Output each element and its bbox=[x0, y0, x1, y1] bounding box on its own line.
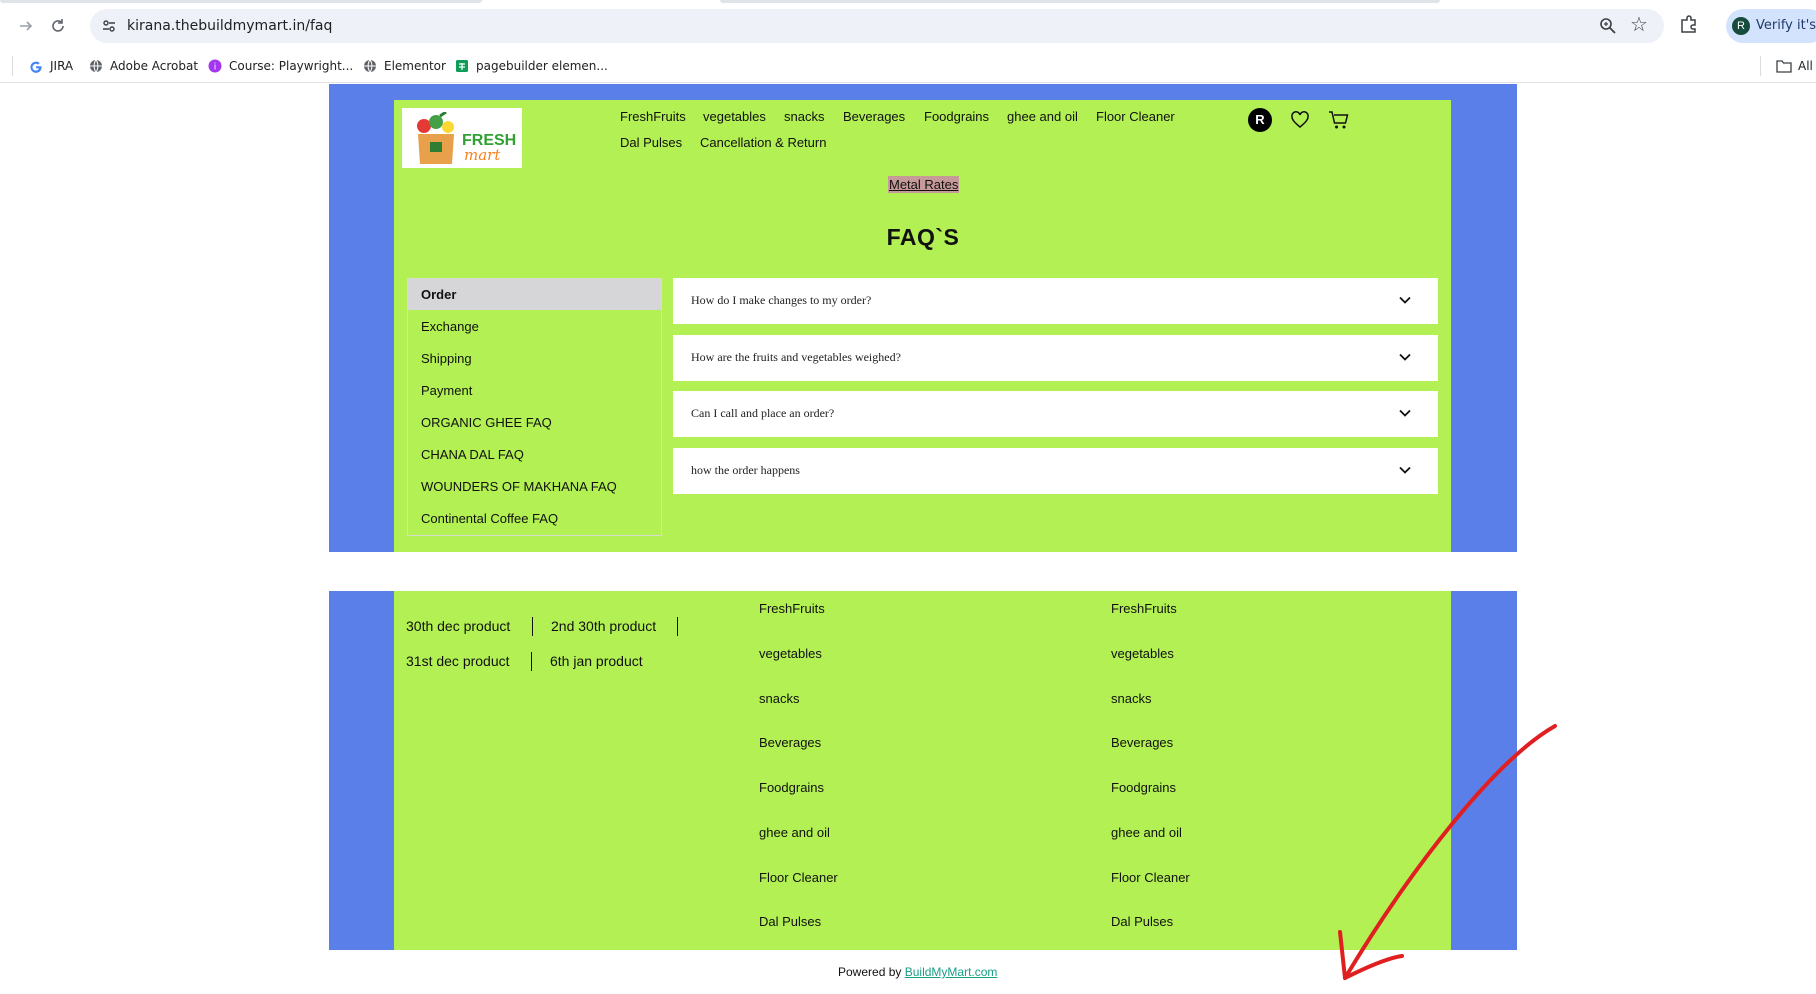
sidebar-item-exchange[interactable]: Exchange bbox=[408, 311, 661, 342]
sidebar-item-makhana-faq[interactable]: WOUNDERS OF MAKHANA FAQ bbox=[408, 471, 661, 502]
url-text[interactable]: kirana.thebuildmymart.in/faq bbox=[127, 18, 332, 34]
nav-freshfruits[interactable]: FreshFruits bbox=[620, 109, 686, 124]
footer-col2-link[interactable]: snacks bbox=[1111, 691, 1151, 706]
toolbar-divider bbox=[0, 82, 1816, 83]
chevron-down-icon[interactable] bbox=[1398, 406, 1412, 420]
address-bar[interactable]: kirana.thebuildmymart.in/faq ☆ bbox=[90, 9, 1664, 43]
faq-category-sidebar: Order Exchange Shipping Payment ORGANIC … bbox=[407, 278, 662, 536]
site-logo[interactable]: FRESH mart bbox=[402, 108, 522, 168]
bookmark-separator bbox=[12, 56, 13, 76]
bookmark-all-bookmarks[interactable]: All bbox=[1776, 55, 1813, 77]
sidebar-item-chana-dal-faq[interactable]: CHANA DAL FAQ bbox=[408, 439, 661, 470]
page-title: FAQ`S bbox=[886, 224, 960, 250]
link-separator bbox=[531, 652, 532, 671]
chevron-down-icon[interactable] bbox=[1398, 463, 1412, 477]
faq-question[interactable]: How do I make changes to my order? bbox=[673, 278, 1438, 324]
footer-col1-link[interactable]: ghee and oil bbox=[759, 825, 830, 840]
globe-icon bbox=[88, 58, 104, 74]
footer-col2-link[interactable]: Foodgrains bbox=[1111, 780, 1176, 795]
footer-col1-link[interactable]: Foodgrains bbox=[759, 780, 824, 795]
google-icon bbox=[28, 58, 44, 74]
bookmark-adobe-acrobat[interactable]: Adobe Acrobat bbox=[88, 55, 198, 77]
bookmark-separator bbox=[1760, 56, 1761, 76]
nav-cancellation-return[interactable]: Cancellation & Return bbox=[700, 135, 826, 150]
nav-foodgrains[interactable]: Foodgrains bbox=[924, 109, 989, 124]
footer-col1-link[interactable]: Floor Cleaner bbox=[759, 870, 838, 885]
forward-icon[interactable] bbox=[14, 14, 38, 38]
heart-icon[interactable] bbox=[1290, 110, 1310, 130]
cart-icon[interactable] bbox=[1328, 109, 1350, 131]
nav-snacks[interactable]: snacks bbox=[784, 109, 824, 124]
red-arrow-annotation-icon bbox=[1338, 724, 1557, 980]
bookmark-elementor[interactable]: Elementor bbox=[362, 55, 446, 77]
extensions-icon[interactable] bbox=[1678, 13, 1702, 37]
bookmark-star-icon[interactable]: ☆ bbox=[1628, 14, 1650, 36]
sidebar-item-order[interactable]: Order bbox=[408, 279, 661, 310]
footer-product-link[interactable]: 30th dec product bbox=[406, 618, 510, 634]
nav-floor-cleaner[interactable]: Floor Cleaner bbox=[1096, 109, 1175, 124]
faq-question[interactable]: how the order happens bbox=[673, 448, 1438, 494]
profile-text: Verify it's y bbox=[1756, 18, 1816, 33]
faq-question[interactable]: How are the fruits and vegetables weighe… bbox=[673, 335, 1438, 381]
footer-product-link[interactable]: 6th jan product bbox=[550, 653, 643, 669]
sidebar-item-shipping[interactable]: Shipping bbox=[408, 343, 661, 374]
reload-icon[interactable] bbox=[46, 14, 70, 38]
faq-question[interactable]: Can I call and place an order? bbox=[673, 391, 1438, 437]
footer-col2-link[interactable]: Floor Cleaner bbox=[1111, 870, 1190, 885]
bookmark-pagebuilder[interactable]: pagebuilder elemen... bbox=[454, 55, 608, 77]
footer-col1-link[interactable]: vegetables bbox=[759, 646, 822, 661]
footer-col2-link[interactable]: ghee and oil bbox=[1111, 825, 1182, 840]
site-info-icon[interactable] bbox=[99, 16, 119, 36]
footer-col2-link[interactable]: FreshFruits bbox=[1111, 601, 1177, 616]
chevron-down-icon[interactable] bbox=[1398, 350, 1412, 364]
grocery-bag-icon bbox=[417, 112, 454, 164]
avatar: R bbox=[1732, 17, 1750, 35]
bookmark-jira[interactable]: JIRA bbox=[28, 55, 73, 77]
footer-col2-link[interactable]: Beverages bbox=[1111, 735, 1173, 750]
svg-text:i: i bbox=[214, 63, 217, 73]
powered-by: Powered by BuildMyMart.com bbox=[838, 965, 998, 979]
bookmark-course-playwright[interactable]: i Course: Playwright... bbox=[207, 55, 353, 77]
tab-strip bbox=[0, 0, 1816, 4]
footer-col2-link[interactable]: Dal Pulses bbox=[1111, 914, 1173, 929]
footer-panel bbox=[394, 591, 1451, 950]
globe-icon bbox=[362, 58, 378, 74]
sidebar-item-continental-coffee-faq[interactable]: Continental Coffee FAQ bbox=[408, 503, 661, 534]
footer-col2-link[interactable]: vegetables bbox=[1111, 646, 1174, 661]
link-separator bbox=[532, 617, 533, 636]
course-icon: i bbox=[207, 58, 223, 74]
profile-button[interactable]: R Verify it's y bbox=[1726, 9, 1816, 43]
sheets-icon bbox=[454, 58, 470, 74]
footer-product-link[interactable]: 31st dec product bbox=[406, 653, 510, 669]
sidebar-item-payment[interactable]: Payment bbox=[408, 375, 661, 406]
footer-col1-link[interactable]: Beverages bbox=[759, 735, 821, 750]
footer-col1-link[interactable]: snacks bbox=[759, 691, 799, 706]
nav-vegetables[interactable]: vegetables bbox=[703, 109, 766, 124]
footer-col1-link[interactable]: FreshFruits bbox=[759, 601, 825, 616]
zoom-icon[interactable] bbox=[1598, 16, 1618, 36]
browser-toolbar: kirana.thebuildmymart.in/faq ☆ R Verify … bbox=[0, 0, 1816, 50]
footer-product-link[interactable]: 2nd 30th product bbox=[551, 618, 656, 634]
chevron-down-icon[interactable] bbox=[1398, 293, 1412, 307]
nav-dal-pulses[interactable]: Dal Pulses bbox=[620, 135, 682, 150]
buildmymart-link[interactable]: BuildMyMart.com bbox=[905, 965, 998, 979]
nav-beverages[interactable]: Beverages bbox=[843, 109, 905, 124]
logo-text-mart: mart bbox=[464, 146, 501, 164]
metal-rates-link[interactable]: Metal Rates bbox=[888, 176, 960, 193]
footer-col1-link[interactable]: Dal Pulses bbox=[759, 914, 821, 929]
folder-icon bbox=[1776, 58, 1792, 74]
user-avatar-button[interactable]: R bbox=[1248, 108, 1272, 132]
sidebar-item-organic-ghee-faq[interactable]: ORGANIC GHEE FAQ bbox=[408, 407, 661, 438]
nav-ghee-and-oil[interactable]: ghee and oil bbox=[1007, 109, 1078, 124]
link-separator bbox=[677, 617, 678, 636]
